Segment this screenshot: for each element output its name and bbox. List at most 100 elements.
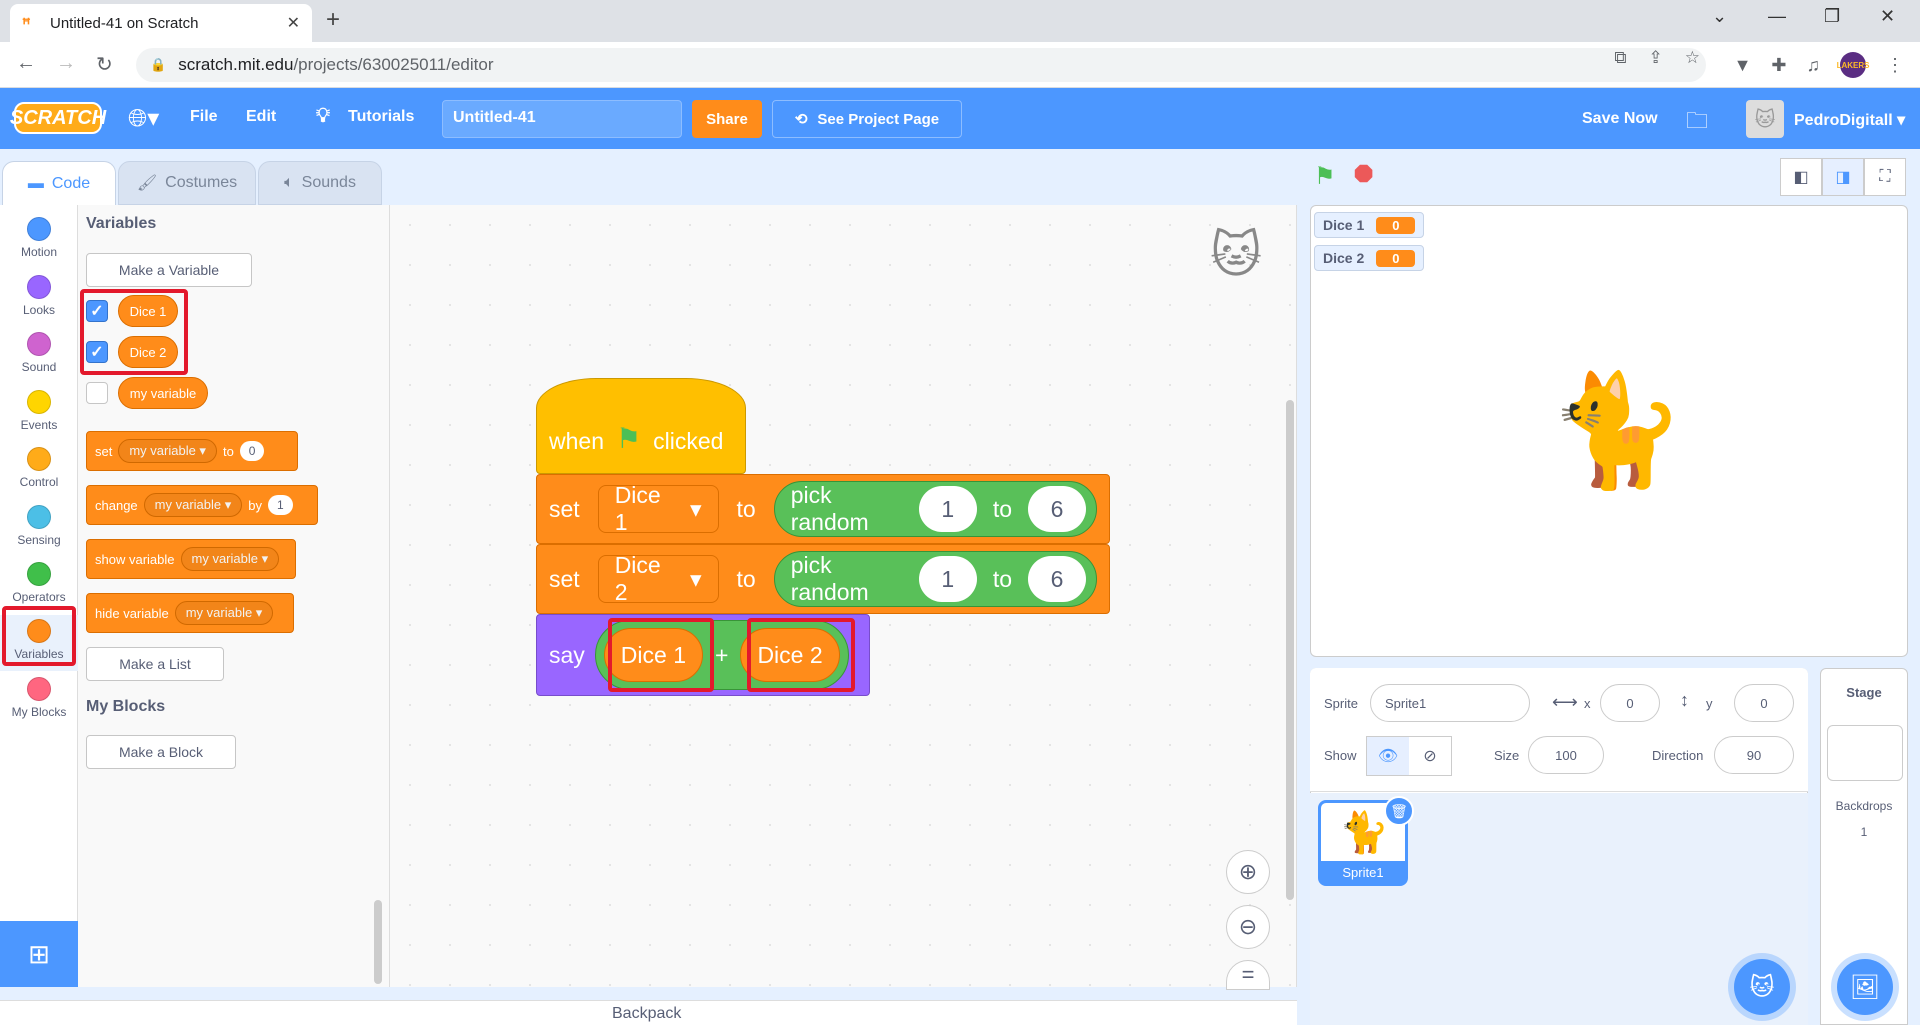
random-min-input[interactable]: 1	[918, 486, 977, 532]
show-visible-eye-icon[interactable]: 👁︎	[1367, 737, 1409, 775]
language-globe-icon[interactable]: 🌐︎▾	[128, 104, 159, 133]
scratch-logo[interactable]: SCRATCH	[10, 102, 106, 134]
cat-sprite-icon[interactable]: 🐈	[1548, 366, 1685, 495]
dice1-reporter-in-script[interactable]: Dice 1	[603, 628, 703, 682]
green-flag-button[interactable]: ⚑	[1314, 162, 1336, 191]
change-value-input[interactable]: 1	[268, 495, 293, 515]
browser-tab[interactable]: ꟸ Untitled-41 on Scratch ✕	[10, 4, 312, 42]
show-variable-dropdown[interactable]: my variable ▾	[180, 547, 280, 571]
hide-variable-dropdown[interactable]: my variable ▾	[174, 601, 274, 625]
category-motion[interactable]: Motion	[0, 213, 78, 269]
category-looks[interactable]: Looks	[0, 271, 78, 327]
choose-sprite-button[interactable]: 🐱︎	[1734, 959, 1790, 1015]
stop-sign-button[interactable]: ⯃	[1354, 162, 1373, 190]
dice1-variable-dropdown[interactable]: Dice 1 ▾	[597, 482, 719, 535]
close-window-icon[interactable]: ✕	[1880, 6, 1895, 27]
set-variable-dropdown[interactable]: my variable ▾	[118, 439, 217, 463]
save-now-button[interactable]: Save Now	[1582, 110, 1658, 128]
profile-avatar-icon[interactable]: LAKERS	[1837, 52, 1869, 78]
sprite-name-input[interactable]: Sprite1	[1370, 684, 1530, 722]
url-field[interactable]: 🔒 scratch.mit.edu /projects/630025011/ed…	[136, 48, 1706, 82]
when-flag-clicked-block[interactable]: when ⚑ clicked	[536, 378, 746, 474]
set-dice1-block[interactable]: set Dice 1 ▾ to pick random 1 to 6	[536, 474, 1110, 544]
zoom-in-button[interactable]: ⊕	[1226, 850, 1270, 894]
hide-variable-block[interactable]: hide variable my variable ▾	[86, 593, 294, 633]
workspace-scrollbar[interactable]	[1286, 400, 1294, 900]
file-menu[interactable]: File	[190, 108, 218, 126]
tab-sounds[interactable]: 🔈︎ Sounds	[258, 161, 382, 205]
dice2-checkbox[interactable]: ✓	[86, 341, 108, 363]
dice1-monitor[interactable]: Dice 1 0	[1314, 212, 1425, 238]
palette-scrollbar[interactable]	[374, 900, 382, 984]
minimize-icon[interactable]: —	[1768, 6, 1786, 27]
username-menu[interactable]: PedroDigitall ▾	[1794, 110, 1905, 130]
new-tab-icon[interactable]: +	[326, 6, 340, 34]
puzzle-icon[interactable]: ✚	[1771, 55, 1786, 76]
category-control[interactable]: Control	[0, 443, 78, 499]
category-events[interactable]: Events	[0, 386, 78, 442]
dice2-monitor[interactable]: Dice 2 0	[1314, 245, 1425, 271]
dice2-reporter[interactable]: Dice 2	[118, 336, 178, 368]
category-sensing[interactable]: Sensing	[0, 501, 78, 557]
random-max-input[interactable]: 6	[1028, 486, 1086, 532]
backpack-bar[interactable]: Backpack	[0, 1000, 1297, 1025]
my-variable-reporter[interactable]: my variable	[118, 377, 208, 409]
small-stage-button[interactable]: ◧	[1780, 158, 1822, 196]
dice2-reporter-in-script[interactable]: Dice 2	[740, 628, 840, 682]
x-input[interactable]: 0	[1600, 684, 1660, 722]
user-avatar[interactable]: 🐱︎	[1746, 100, 1784, 138]
translate-icon[interactable]: ⧉	[1614, 48, 1626, 68]
size-input[interactable]: 100	[1528, 736, 1604, 774]
tutorials-lightbulb-icon[interactable]: 💡︎	[316, 105, 330, 128]
dice1-reporter[interactable]: Dice 1	[118, 295, 178, 327]
dice1-checkbox[interactable]: ✓	[86, 300, 108, 322]
browser-menu-icon[interactable]: ⋮	[1886, 55, 1904, 76]
add-operator-block[interactable]: Dice 1 + Dice 2	[594, 620, 849, 690]
set-dice2-block[interactable]: set Dice 2 ▾ to pick random 1 to 6	[536, 544, 1110, 614]
my-stuff-folder-icon[interactable]: 🗀	[1686, 104, 1708, 142]
fullscreen-button[interactable]: ⛶	[1864, 158, 1906, 196]
dice2-variable-dropdown[interactable]: Dice 2 ▾	[597, 552, 719, 605]
back-icon[interactable]: ←	[16, 52, 36, 75]
y-input[interactable]: 0	[1734, 684, 1794, 722]
my-variable-checkbox[interactable]	[86, 382, 108, 404]
add-extension-button[interactable]: ⊞	[0, 921, 78, 987]
hide-eye-slash-icon[interactable]: ⊘	[1409, 737, 1451, 775]
make-list-button[interactable]: Make a List	[86, 647, 224, 681]
change-variable-dropdown[interactable]: my variable ▾	[143, 493, 243, 517]
show-variable-block[interactable]: show variable my variable ▾	[86, 539, 296, 579]
make-block-button[interactable]: Make a Block	[86, 735, 236, 769]
share-page-icon[interactable]: ⇪	[1649, 48, 1663, 68]
direction-input[interactable]: 90	[1714, 736, 1794, 774]
reload-icon[interactable]: ↻	[96, 52, 113, 77]
category-my-blocks[interactable]: My Blocks	[0, 673, 78, 729]
random-min-input[interactable]: 1	[918, 556, 977, 602]
bookmark-star-icon[interactable]: ☆	[1685, 48, 1700, 68]
tab-code[interactable]: ▬ Code	[2, 161, 116, 205]
zoom-out-button[interactable]: ⊖	[1226, 905, 1270, 949]
edit-menu[interactable]: Edit	[246, 108, 276, 126]
lock-icon[interactable]: 🔒	[150, 57, 166, 73]
restore-icon[interactable]: ❐	[1824, 6, 1840, 27]
say-block[interactable]: say Dice 1 + Dice 2	[536, 614, 870, 696]
close-tab-icon[interactable]: ✕	[287, 13, 300, 33]
share-button[interactable]: Share	[692, 100, 762, 138]
category-operators[interactable]: Operators	[0, 558, 78, 614]
tab-search-icon[interactable]: ⌄	[1712, 6, 1727, 27]
extension-icon[interactable]: ▼	[1734, 55, 1752, 76]
category-variables[interactable]: Variables	[0, 615, 78, 671]
tutorials-menu[interactable]: Tutorials	[348, 108, 414, 126]
delete-sprite-button[interactable]: 🗑︎	[1384, 796, 1414, 826]
category-sound[interactable]: Sound	[0, 328, 78, 384]
set-value-input[interactable]: 0	[239, 441, 265, 461]
pick-random-block[interactable]: pick random 1 to 6	[773, 481, 1097, 537]
tab-costumes[interactable]: 🖌︎ Costumes	[118, 161, 256, 205]
choose-backdrop-button[interactable]: 🖼︎	[1837, 959, 1893, 1015]
make-variable-button[interactable]: Make a Variable	[86, 253, 252, 287]
normal-stage-button[interactable]: ◨	[1822, 158, 1864, 196]
project-title-input[interactable]: Untitled-41	[442, 100, 682, 138]
set-variable-block[interactable]: set my variable ▾ to 0	[86, 431, 298, 471]
media-icon[interactable]: ♫	[1807, 55, 1821, 76]
see-project-page-button[interactable]: ⟲ See Project Page	[772, 100, 962, 138]
random-max-input[interactable]: 6	[1028, 556, 1086, 602]
